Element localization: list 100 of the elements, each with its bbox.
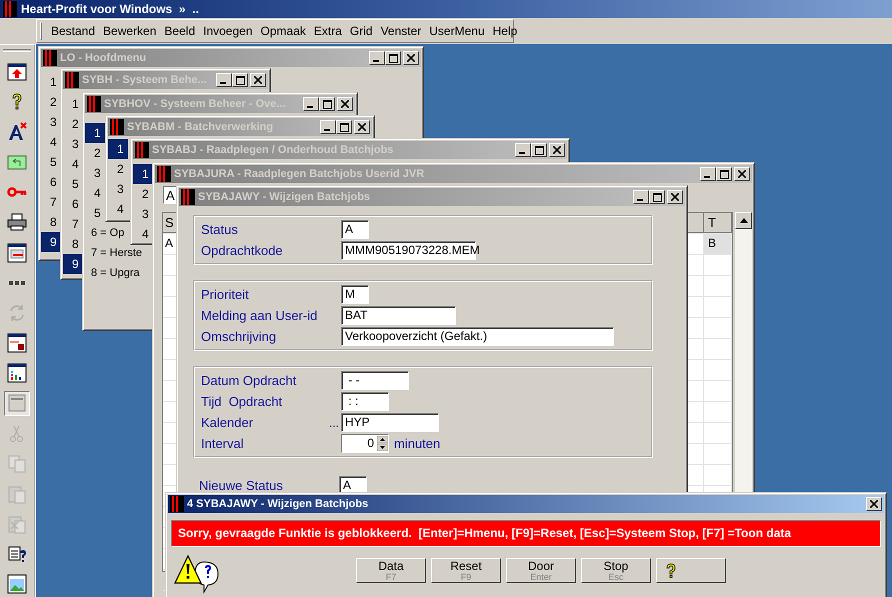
close-button[interactable] [667,190,683,204]
maximize-button[interactable] [385,51,401,65]
menu-item[interactable]: Bewerken [99,24,160,38]
menu-option[interactable]: 6 [41,172,61,192]
minimize-button[interactable] [303,97,319,111]
menu-item[interactable]: Beeld [160,24,200,38]
menu-option[interactable]: 2 [85,143,105,163]
close-button[interactable] [549,143,565,157]
close-icon [671,193,679,201]
document-help-icon [7,544,27,564]
menu-option[interactable]: 8 [41,212,61,232]
menu-option[interactable]: 1 [63,94,83,114]
menu-item[interactable]: Help [488,24,522,38]
menu-option[interactable]: 2 [133,184,153,204]
menu-option[interactable]: 7 = Herste [85,243,142,263]
menu-item[interactable]: Venster [376,24,426,38]
menu-option[interactable]: 1 [85,123,105,143]
menu-option[interactable]: 7 [63,214,83,234]
menu-item[interactable]: Invoegen [199,24,257,38]
column-header[interactable] [687,213,704,233]
menu-item[interactable]: Grid [346,24,377,38]
menu-item[interactable]: Bestand [47,24,100,38]
menu-option[interactable]: 3 [108,179,128,199]
menu-option[interactable]: 2 [41,92,61,112]
menu-option[interactable]: 4 [108,199,128,219]
menu-option[interactable]: 8 = Upgra [85,263,140,283]
menu-option[interactable]: 8 [63,234,83,254]
menu-option[interactable]: 5 [85,203,105,223]
menu-option[interactable]: 3 [85,163,105,183]
error-message: Sorry, gevraagde Funktie is geblokkeerd. [Enter]=Hmenu, [F9]=Reset, [Esc]=Systeem Stop, [F7] =Toon data [171,520,881,547]
minimize-button[interactable] [515,143,531,157]
input-field[interactable]: A [341,220,369,239]
menu-item[interactable]: UserMenu [425,24,489,38]
close-button[interactable] [250,73,266,87]
menu-option[interactable]: 3 [63,134,83,154]
maximize-button[interactable] [531,143,547,157]
field-label: Omschrijving [201,329,278,344]
menu-option[interactable]: 3 [41,112,61,132]
menu-item[interactable]: Opmaak [256,24,310,38]
window-title: SYBAJURA - Raadplegen Batchjobs Userid JVR [174,168,426,180]
window-logo-icon [43,50,57,66]
menu-option[interactable]: 1 [108,139,128,159]
minimize-button[interactable] [633,190,649,204]
menu-option[interactable]: 1 [41,72,61,92]
close-icon [254,76,262,84]
menu-option[interactable]: 6 = Op [85,223,124,243]
maximize-icon [340,122,348,132]
dialog-button[interactable]: Reset F9 [431,558,501,583]
field-label: Opdrachtkode [201,243,284,258]
menu-option[interactable]: 9 [41,232,61,252]
menu-option[interactable]: 4 [41,132,61,152]
menu-option[interactable]: 2 [108,159,128,179]
maximize-button[interactable] [319,97,335,111]
input-field[interactable]: HYP [341,413,439,432]
close-button[interactable] [337,97,353,111]
input-field[interactable]: Verkoopoverzicht (Gefakt.) [341,327,614,346]
menu-option[interactable]: 4 [85,183,105,203]
maximize-button[interactable] [649,190,665,204]
close-icon [553,146,561,154]
field-label: Kalender [201,415,254,430]
dialog-button[interactable]: Door Enter [506,558,576,583]
menu-option[interactable]: 4 [63,154,83,174]
input-field[interactable]: M [341,285,369,304]
input-field[interactable]: : : [341,392,389,411]
menu-option[interactable]: 6 [63,194,83,214]
column-header[interactable]: S [163,213,177,233]
minimize-button[interactable] [700,167,716,181]
close-button[interactable] [734,167,750,181]
window-title: LO - Hoofdmenu [60,52,148,64]
maximize-icon [534,146,544,154]
input-field[interactable]: BAT [341,306,456,325]
maximize-button[interactable] [716,167,732,181]
menu-option[interactable]: 4 [133,224,153,244]
minimize-button[interactable] [320,120,336,134]
close-button[interactable] [403,51,419,65]
help-button[interactable] [656,558,726,583]
menu-option[interactable]: 3 [133,204,153,224]
window-title: SYBABM - Batchverwerking [127,121,274,133]
column-header[interactable]: T [704,213,732,233]
field-label: Melding aan User-id [201,308,318,323]
dialog-button[interactable]: Stop Esc [581,558,651,583]
menu-option[interactable]: 1 [133,164,153,184]
maximize-button[interactable] [336,120,352,134]
maximize-button[interactable] [232,73,248,87]
dialog-button[interactable]: Data F7 [356,558,426,583]
menu-option[interactable]: 9 [63,254,83,274]
menu-option[interactable]: 7 [41,192,61,212]
spin-field[interactable]: 0 [341,434,389,453]
window-logo-icon [65,72,79,88]
field-label: Status [201,222,239,237]
close-button[interactable] [866,497,882,511]
input-field[interactable]: - - [341,371,409,390]
menu-item[interactable]: Extra [310,24,346,38]
filter-field[interactable]: A [163,186,177,204]
minimize-button[interactable] [216,73,232,87]
menu-option[interactable]: 2 [63,114,83,134]
menu-option[interactable]: 5 [41,152,61,172]
menu-option[interactable]: 5 [63,174,83,194]
close-button[interactable] [354,120,370,134]
minimize-button[interactable] [369,51,385,65]
